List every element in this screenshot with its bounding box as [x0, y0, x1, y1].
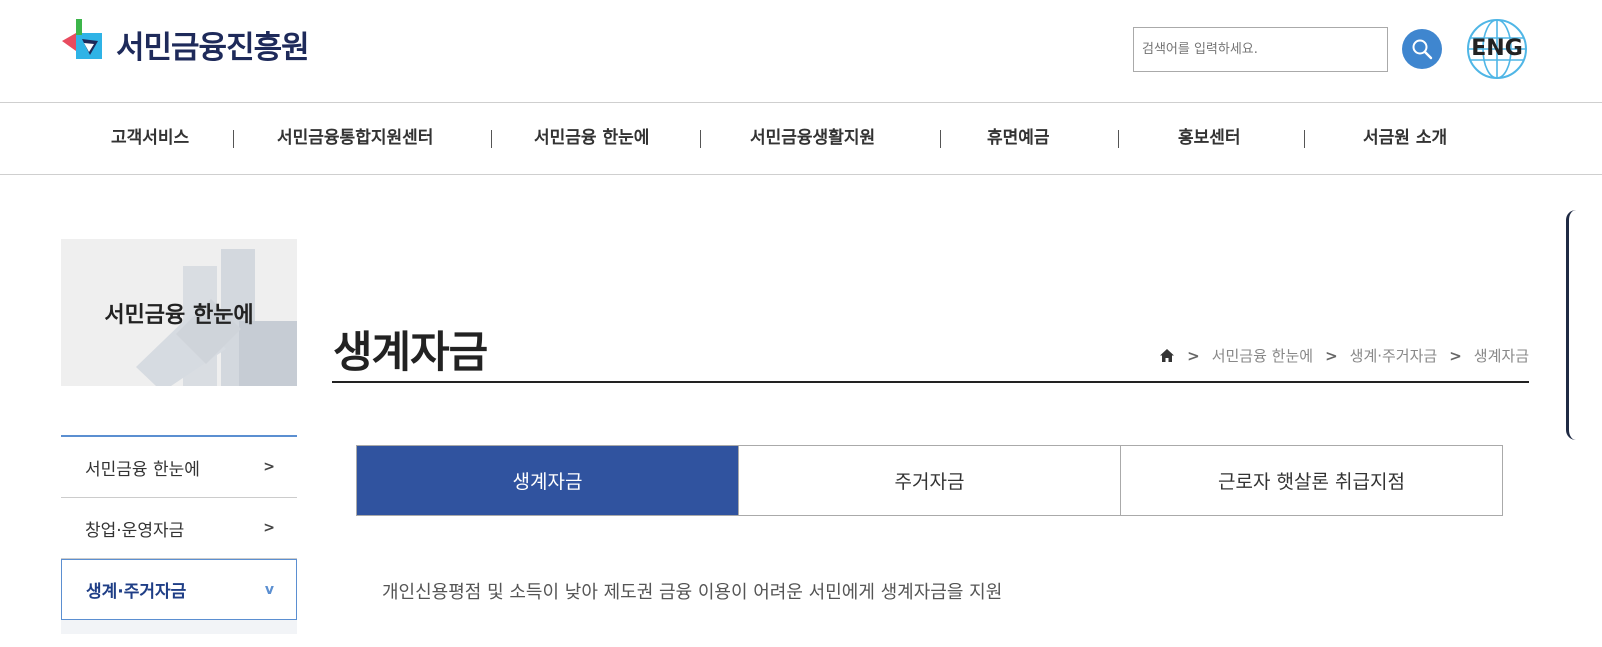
site-logo[interactable]: 서민금융진흥원 — [62, 14, 310, 74]
search-button[interactable] — [1402, 29, 1442, 69]
search-input[interactable] — [1134, 28, 1387, 71]
page-title: 생계자금 — [333, 328, 488, 378]
nav-item-about[interactable]: 서금원 소개 — [1363, 103, 1447, 175]
sidebar-item-label: 서민금융 한눈에 — [85, 459, 200, 480]
nav-item-pr-center[interactable]: 홍보센터 — [1178, 103, 1241, 175]
nav-item-dormant-deposit[interactable]: 휴면예금 — [987, 103, 1050, 175]
sidebar-item-living-housing-funds[interactable]: 생계·주거자금 v — [61, 559, 297, 620]
nav-divider — [491, 130, 492, 148]
logo-text: 서민금융진흥원 — [116, 29, 310, 66]
content-tabs: 생계자금 주거자금 근로자 햇살론 취급지점 — [356, 445, 1503, 516]
site-header: 서민금융진흥원 ENG — [0, 0, 1602, 103]
logo-mark-icon — [62, 19, 102, 59]
sidebar-item-label: 창업·운영자금 — [85, 520, 185, 541]
nav-item-integrated-support-center[interactable]: 서민금융통합지원센터 — [277, 103, 433, 175]
sidebar-submenu — [61, 620, 297, 634]
sidebar-title: 서민금융 한눈에 — [104, 303, 254, 328]
chevron-right-icon: > — [263, 520, 275, 536]
nav-item-finance-at-a-glance[interactable]: 서민금융 한눈에 — [534, 103, 649, 175]
search-icon — [1412, 39, 1433, 60]
sidebar-item-finance-at-a-glance[interactable]: 서민금융 한눈에 > — [61, 437, 297, 498]
tab-housing-funds[interactable]: 주거자금 — [738, 446, 1120, 515]
breadcrumb: > 서민금융 한눈에 > 생계·주거자금 > 생계자금 — [1159, 345, 1529, 366]
tab-living-funds[interactable]: 생계자금 — [357, 446, 738, 515]
chevron-right-icon: > — [263, 459, 275, 475]
nav-divider — [940, 130, 941, 148]
chevron-down-icon: v — [264, 581, 274, 598]
nav-item-customer-service[interactable]: 고객서비스 — [111, 103, 189, 175]
breadcrumb-item-current[interactable]: 생계자금 — [1474, 345, 1529, 366]
nav-divider — [1304, 130, 1305, 148]
content-description: 개인신용평점 및 소득이 낮아 제도권 금융 이용이 어려운 서민에게 생계자금… — [382, 582, 1003, 603]
nav-divider — [1118, 130, 1119, 148]
eng-label: ENG — [1471, 36, 1523, 61]
breadcrumb-separator: > — [1449, 346, 1462, 365]
breadcrumb-item[interactable]: 서민금융 한눈에 — [1212, 345, 1313, 366]
search-box — [1133, 27, 1388, 72]
home-icon[interactable] — [1159, 348, 1175, 363]
breadcrumb-item[interactable]: 생계·주거자금 — [1350, 345, 1438, 366]
breadcrumb-separator: > — [1187, 346, 1200, 365]
nav-divider — [233, 130, 234, 148]
sidebar-item-label: 생계·주거자금 — [86, 582, 187, 602]
breadcrumb-separator: > — [1325, 346, 1338, 365]
sidebar-menu: 서민금융 한눈에 > 창업·운영자금 > 생계·주거자금 v — [61, 435, 297, 634]
nav-divider — [700, 130, 701, 148]
english-site-button[interactable]: ENG — [1466, 18, 1528, 80]
sidebar-item-startup-funds[interactable]: 창업·운영자금 > — [61, 498, 297, 559]
sidebar-banner: 서민금융 한눈에 — [61, 239, 297, 386]
main-nav: 고객서비스 서민금융통합지원센터 서민금융 한눈에 서민금융생활지원 휴면예금 … — [0, 103, 1602, 175]
nav-item-life-support[interactable]: 서민금융생활지원 — [750, 103, 875, 175]
side-quick-menu-edge[interactable] — [1566, 210, 1602, 440]
tab-worker-sunshine-loan-branches[interactable]: 근로자 햇살론 취급지점 — [1120, 446, 1502, 515]
title-divider — [332, 381, 1529, 383]
